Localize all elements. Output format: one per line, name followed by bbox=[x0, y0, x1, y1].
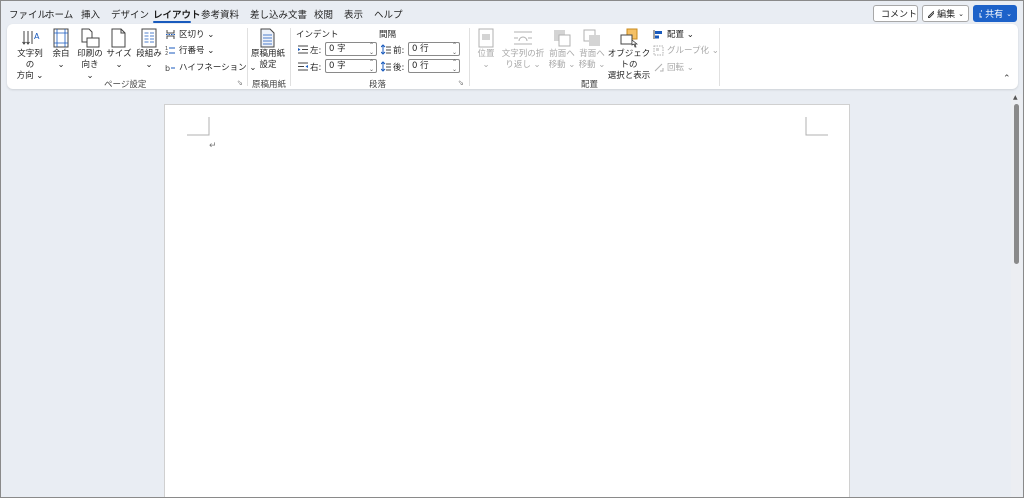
spinner-arrows-icon[interactable]: ⌃ ⌄ bbox=[452, 42, 457, 56]
bring-forward-button[interactable]: 前面へ 移動 ⌄ bbox=[548, 27, 576, 71]
share-icon bbox=[979, 9, 983, 18]
send-backward-icon bbox=[583, 27, 601, 49]
manuscript-settings-button[interactable]: 原稿用紙 設定 bbox=[250, 27, 286, 71]
spacing-after-input[interactable]: 0 行 ⌃ ⌄ bbox=[408, 59, 460, 73]
rotate-icon bbox=[654, 63, 664, 71]
edit-mode-button[interactable]: 編集 ⌄ bbox=[922, 5, 969, 22]
tab-layout[interactable]: レイアウト bbox=[153, 7, 201, 21]
comment-button[interactable]: コメント bbox=[873, 5, 918, 22]
tab-review[interactable]: 校閲 bbox=[314, 7, 333, 21]
indent-right-input[interactable]: 0 字 ⌃ ⌄ bbox=[325, 59, 377, 73]
group-label-paragraph: 段落 bbox=[369, 80, 387, 90]
spacing-after-label: 後: bbox=[393, 63, 405, 73]
tab-help[interactable]: ヘルプ bbox=[374, 7, 403, 21]
size-button[interactable]: サイズ ⌄ bbox=[106, 27, 132, 71]
divider bbox=[247, 28, 248, 86]
text-direction-icon: A bbox=[20, 27, 40, 49]
collapse-ribbon-icon[interactable]: ⌃ bbox=[1003, 74, 1011, 84]
svg-text:b: b bbox=[165, 64, 170, 73]
group-objects-button[interactable]: グループ化 ⌄ bbox=[653, 44, 719, 56]
line-numbers-button[interactable]: 12 行番号 ⌄ bbox=[165, 44, 214, 57]
tab-view[interactable]: 表示 bbox=[344, 7, 363, 21]
spacing-heading: 間隔 bbox=[379, 30, 397, 40]
margins-button[interactable]: 余白 ⌄ bbox=[49, 27, 73, 71]
chevron-down-icon: ⌄ bbox=[1006, 9, 1012, 18]
breaks-icon bbox=[166, 29, 175, 39]
position-icon bbox=[478, 27, 494, 49]
hyphenation-icon: b bbox=[165, 64, 175, 73]
tab-mailings[interactable]: 差し込み文書 bbox=[250, 7, 307, 21]
selection-pane-icon bbox=[619, 27, 639, 49]
columns-icon bbox=[141, 27, 157, 49]
comment-label: コメント bbox=[881, 10, 918, 20]
vertical-scrollbar[interactable]: ▲ bbox=[1011, 94, 1022, 498]
divider bbox=[469, 28, 470, 86]
divider bbox=[719, 28, 720, 86]
share-button[interactable]: 共有 ⌄ bbox=[973, 5, 1017, 22]
line-numbers-icon: 12 bbox=[165, 46, 175, 56]
orientation-button[interactable]: 印刷の 向き ⌄ bbox=[77, 27, 103, 82]
tab-design[interactable]: デザイン bbox=[111, 7, 149, 21]
paragraph-mark-icon: ↵ bbox=[209, 141, 217, 151]
group-label-arrange: 配置 bbox=[581, 80, 599, 90]
tab-references[interactable]: 参考資料 bbox=[201, 7, 239, 21]
divider bbox=[290, 28, 291, 86]
edit-label: 編集 bbox=[937, 10, 956, 20]
margin-corner-mark bbox=[187, 117, 210, 136]
margin-corner-mark bbox=[805, 117, 828, 136]
hyphenation-button[interactable]: b ハイフネーション ⌄ bbox=[165, 61, 257, 73]
align-icon bbox=[653, 29, 662, 39]
manuscript-icon bbox=[260, 27, 276, 49]
page-size-icon bbox=[111, 27, 127, 49]
bring-forward-icon bbox=[553, 27, 571, 49]
indent-heading: インデント bbox=[296, 30, 339, 40]
tab-file[interactable]: ファイル bbox=[9, 7, 47, 21]
ribbon-layout: A 文字列の 方向 ⌄ 余白 ⌄ 印刷の 向き ⌄ サイズ ⌄ 段組み ⌄ 区切… bbox=[7, 24, 1018, 90]
spacing-after-icon bbox=[381, 61, 391, 72]
svg-text:A: A bbox=[34, 32, 40, 41]
spacing-before-icon bbox=[381, 44, 391, 55]
document-page[interactable]: ↵ bbox=[164, 104, 850, 498]
breaks-button[interactable]: 区切り ⌄ bbox=[165, 28, 214, 40]
indent-left-icon bbox=[298, 45, 308, 54]
selection-pane-button[interactable]: オブジェクトの 選択と表示 bbox=[607, 27, 651, 82]
chevron-down-icon: ⌄ bbox=[958, 9, 964, 18]
orientation-icon bbox=[80, 27, 100, 49]
share-label: 共有 bbox=[985, 10, 1004, 20]
rotate-button[interactable]: 回転 ⌄ bbox=[653, 61, 694, 73]
align-button[interactable]: 配置 ⌄ bbox=[653, 28, 694, 40]
tab-insert[interactable]: 挿入 bbox=[81, 7, 100, 21]
pencil-icon bbox=[928, 10, 935, 18]
wrap-text-button[interactable]: 文字列の折 り返し ⌄ bbox=[501, 27, 545, 71]
position-button[interactable]: 位置 ⌄ bbox=[473, 27, 499, 71]
active-tab-indicator bbox=[153, 21, 191, 23]
spinner-arrows-icon[interactable]: ⌃ ⌄ bbox=[369, 59, 374, 73]
columns-button[interactable]: 段組み ⌄ bbox=[135, 27, 163, 71]
text-direction-button[interactable]: A 文字列の 方向 ⌄ bbox=[14, 27, 46, 82]
tab-home[interactable]: ホーム bbox=[45, 7, 73, 21]
margins-icon bbox=[53, 27, 69, 49]
spinner-arrows-icon[interactable]: ⌃ ⌄ bbox=[452, 59, 457, 73]
scrollbar-thumb[interactable] bbox=[1014, 104, 1019, 264]
dialog-launcher-icon[interactable]: ⬂ bbox=[458, 79, 464, 87]
spacing-before-label: 前: bbox=[393, 46, 405, 56]
group-label-manuscript: 原稿用紙 bbox=[252, 80, 287, 90]
svg-text:2: 2 bbox=[165, 51, 168, 56]
group-label-page-setup: ページ設定 bbox=[104, 80, 147, 90]
ribbon-tab-bar: ファイル ホーム 挿入 デザイン レイアウト 参考資料 差し込み文書 校閲 表示… bbox=[0, 0, 1024, 24]
spacing-before-input[interactable]: 0 行 ⌃ ⌄ bbox=[408, 42, 460, 56]
send-backward-button[interactable]: 背面へ 移動 ⌄ bbox=[578, 27, 606, 71]
indent-right-icon bbox=[298, 62, 308, 71]
spinner-arrows-icon[interactable]: ⌃ ⌄ bbox=[369, 42, 374, 56]
wrap-text-icon bbox=[513, 27, 533, 49]
group-icon bbox=[653, 45, 664, 55]
indent-right-label: 右: bbox=[310, 63, 322, 73]
indent-left-input[interactable]: 0 字 ⌃ ⌄ bbox=[325, 42, 377, 56]
scroll-up-icon[interactable]: ▲ bbox=[1013, 94, 1018, 101]
indent-left-label: 左: bbox=[310, 46, 322, 56]
dialog-launcher-icon[interactable]: ⬂ bbox=[237, 79, 243, 87]
